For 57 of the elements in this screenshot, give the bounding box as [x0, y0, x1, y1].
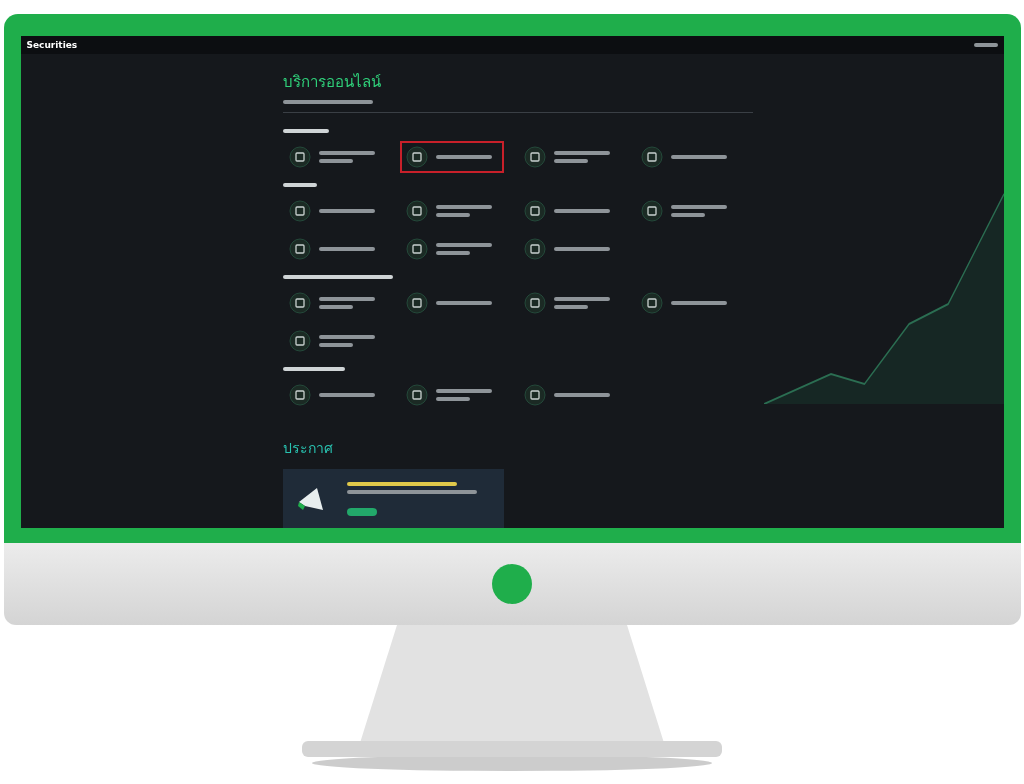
text-line-placeholder — [318, 393, 375, 397]
menu-item-icon — [523, 200, 546, 222]
text-line-placeholder — [436, 251, 470, 255]
text-line-placeholder — [436, 243, 492, 247]
text-line-placeholder — [671, 205, 727, 209]
text-line-placeholder — [553, 151, 610, 155]
announcements-heading: ประกาศ — [282, 439, 334, 458]
menu-item-icon — [288, 238, 311, 260]
card-button[interactable] — [346, 508, 377, 516]
menu-item-icon — [288, 384, 311, 406]
menu-item-icon — [641, 200, 663, 222]
text-line-placeholder — [318, 305, 353, 309]
text-line-placeholder — [318, 159, 353, 163]
page-title: บริการออนไลน์ — [282, 72, 382, 93]
text-line-placeholder — [436, 389, 492, 393]
text-line-placeholder — [671, 155, 727, 159]
menu-item[interactable] — [400, 141, 504, 173]
menu-item-icon — [406, 146, 428, 168]
text-line-placeholder — [318, 209, 375, 213]
menu-item-icon — [523, 238, 546, 260]
app-logo: Securities — [26, 40, 78, 50]
text-line-placeholder — [671, 301, 727, 305]
text-line-placeholder — [436, 213, 470, 217]
text-line-placeholder — [436, 301, 492, 305]
menu-item-icon — [406, 292, 428, 314]
menu-item-icon — [288, 146, 311, 168]
menu-item-icon — [406, 384, 428, 406]
text-line-placeholder — [318, 343, 353, 347]
text-line-placeholder — [318, 335, 375, 339]
text-line-placeholder — [553, 297, 610, 301]
text-line-placeholder — [553, 247, 610, 251]
text-line-placeholder — [282, 183, 317, 187]
menu-item-icon — [641, 292, 663, 314]
menu-item-icon — [406, 200, 428, 222]
text-line-placeholder — [436, 397, 470, 401]
menu-item-icon — [523, 384, 546, 406]
menu-item-icon — [523, 146, 546, 168]
text-line-placeholder — [553, 393, 610, 397]
text-line-placeholder — [671, 213, 705, 217]
text-line-placeholder — [282, 367, 345, 371]
text-line-placeholder — [553, 209, 610, 213]
menu-item-icon — [288, 200, 311, 222]
text-line-placeholder — [436, 205, 492, 209]
announcement-card[interactable] — [282, 469, 504, 528]
text-line-placeholder — [973, 43, 998, 47]
text-line-placeholder — [282, 129, 329, 133]
text-line-placeholder — [318, 247, 375, 251]
text-line-placeholder — [436, 155, 492, 159]
text-line-placeholder — [553, 305, 588, 309]
menu-item-icon — [641, 146, 663, 168]
menu-item-icon — [288, 330, 311, 352]
menu-item-icon — [406, 238, 428, 260]
text-line-placeholder — [318, 151, 375, 155]
menu-item-icon — [523, 292, 546, 314]
text-line-placeholder — [318, 297, 375, 301]
menu-item-icon — [288, 292, 311, 314]
text-line-placeholder — [553, 159, 588, 163]
